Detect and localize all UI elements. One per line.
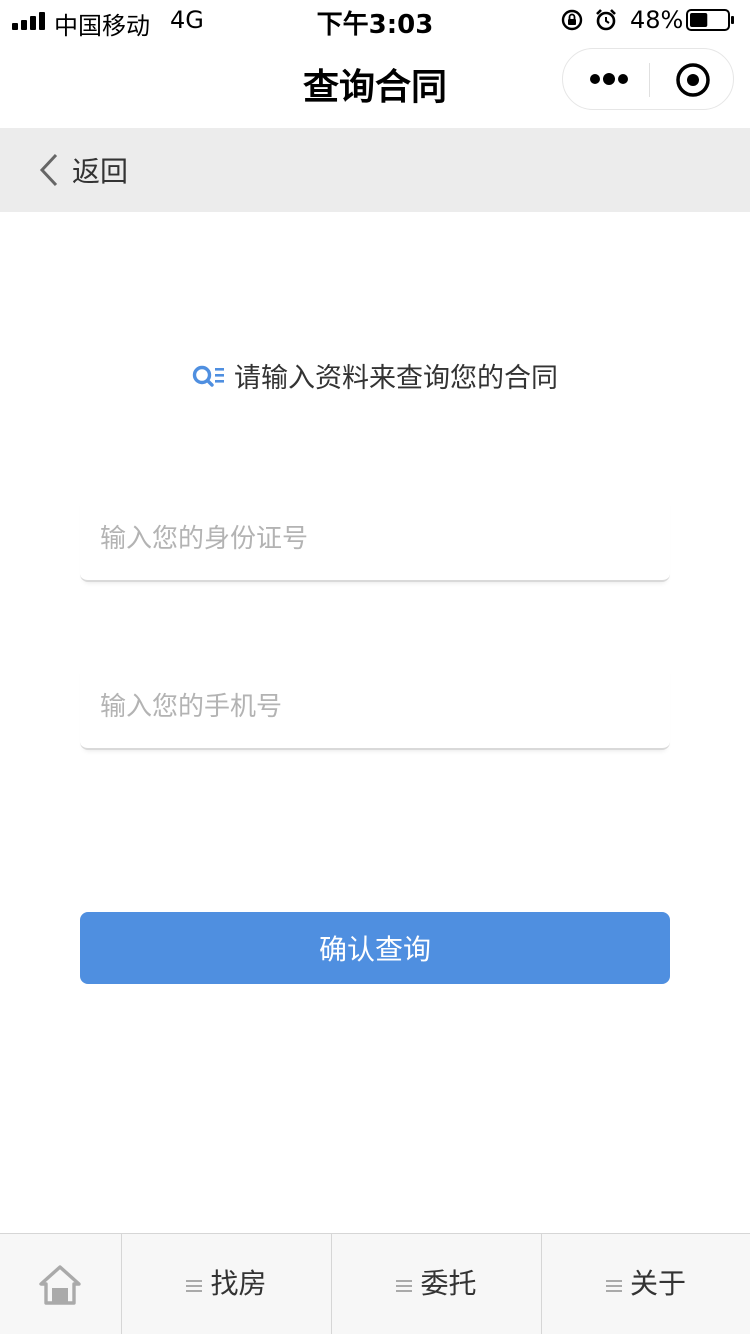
tab-about-label: 关于	[629, 1267, 686, 1300]
tab-entrust[interactable]: 委托	[331, 1234, 541, 1334]
back-bar[interactable]: 返回	[0, 128, 750, 212]
tab-about[interactable]: 关于	[541, 1234, 750, 1334]
tab-home[interactable]	[0, 1234, 121, 1334]
rotation-lock-icon	[561, 9, 583, 31]
more-icon[interactable]	[589, 73, 629, 85]
phone-number-input[interactable]	[80, 666, 670, 750]
mini-program-capsule	[562, 48, 734, 110]
menu-icon	[396, 1280, 413, 1292]
nav-bar: 查询合同	[0, 40, 750, 128]
status-bar: 中国移动 4G 下午3:03 48%	[0, 0, 750, 40]
battery-icon	[686, 9, 734, 31]
chevron-left-icon[interactable]	[38, 152, 60, 188]
tab-find-house[interactable]: 找房	[121, 1234, 331, 1334]
search-list-icon	[192, 365, 224, 387]
close-mini-program-icon[interactable]	[675, 62, 711, 98]
back-button[interactable]: 返回	[72, 150, 128, 190]
confirm-query-button[interactable]: 确认查询	[80, 912, 670, 984]
battery-percent: 48%	[630, 6, 684, 34]
tab-find-house-label: 找房	[210, 1267, 267, 1300]
tab-entrust-label: 委托	[420, 1267, 477, 1300]
form-prompt-text: 请输入资料来查询您的合同	[234, 363, 558, 394]
alarm-icon	[596, 9, 616, 31]
capsule-divider	[649, 63, 650, 97]
tab-bar: 找房 委托 关于	[0, 1233, 750, 1334]
home-icon[interactable]	[38, 1264, 82, 1306]
id-number-input[interactable]	[80, 498, 670, 582]
form-prompt: 请输入资料来查询您的合同	[0, 356, 750, 395]
menu-icon	[605, 1280, 622, 1292]
menu-icon	[186, 1280, 203, 1292]
